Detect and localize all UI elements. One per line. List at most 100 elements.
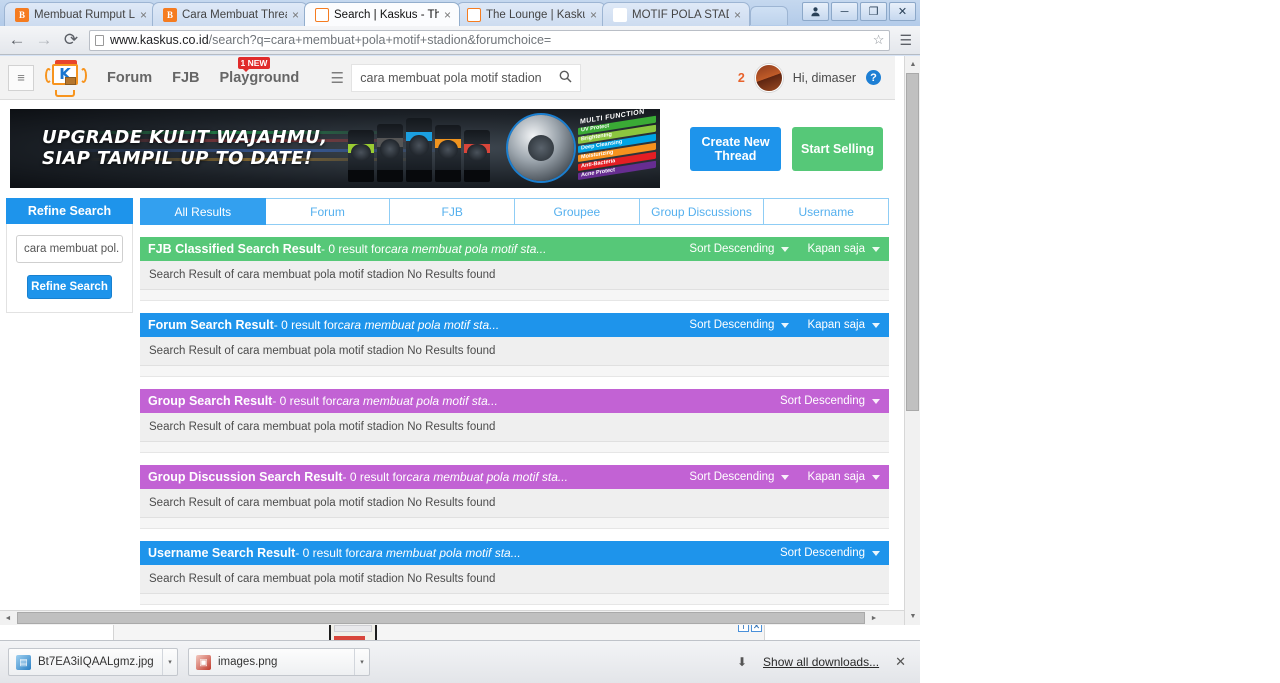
tab-title: Search | Kaskus - The: [334, 8, 439, 21]
hamburger-menu-icon[interactable]: ≡: [8, 64, 34, 91]
user-greeting[interactable]: Hi, dimaser: [793, 71, 856, 85]
product-tube: [348, 130, 374, 182]
google-icon: G: [613, 7, 627, 22]
tab-all-results[interactable]: All Results: [140, 198, 266, 225]
browser-tab-3[interactable]: K The Lounge | Kaskus ×: [456, 2, 606, 26]
new-tab-button[interactable]: [750, 6, 788, 25]
bookmark-star-icon[interactable]: ☆: [873, 32, 885, 48]
minimize-button[interactable]: ─: [831, 2, 858, 21]
site-nav: Forum FJB Playground 1 NEW: [107, 56, 299, 86]
horizontal-scroll-thumb[interactable]: [17, 612, 865, 624]
forward-icon[interactable]: →: [35, 30, 53, 50]
time-filter-dropdown[interactable]: Kapan saja: [807, 471, 880, 483]
refine-search-button[interactable]: Refine Search: [27, 275, 112, 299]
result-title: Username Search Result: [148, 546, 296, 560]
close-icon[interactable]: ×: [590, 8, 599, 22]
nav-label: Forum: [107, 69, 153, 86]
time-label: Kapan saja: [807, 243, 865, 255]
maximize-button[interactable]: ❐: [860, 2, 887, 21]
image-file-icon: ▤: [16, 654, 31, 670]
refine-search-input[interactable]: cara membuat pol.: [16, 235, 123, 263]
browser-tab-4[interactable]: G MOTIF POLA STADIO ×: [602, 2, 750, 26]
scroll-left-icon[interactable]: ◄: [0, 611, 16, 625]
chevron-down-icon: [872, 246, 880, 252]
result-query: cara membuat pola motif sta...: [385, 242, 547, 256]
sort-descending-dropdown[interactable]: Sort Descending: [689, 471, 790, 483]
scroll-right-icon[interactable]: ►: [866, 611, 882, 625]
scroll-down-icon[interactable]: ▼: [905, 608, 921, 625]
time-label: Kapan saja: [807, 319, 865, 331]
close-window-button[interactable]: ✕: [889, 2, 916, 21]
show-all-downloads-link[interactable]: Show all downloads...: [763, 655, 879, 669]
close-icon[interactable]: ×: [292, 8, 301, 22]
refine-search-body: cara membuat pol. Refine Search: [6, 224, 133, 313]
downloads-bar-right: ⬇ Show all downloads... ✕: [737, 654, 912, 670]
user-profile-button[interactable]: [802, 2, 829, 21]
time-filter-dropdown[interactable]: Kapan saja: [807, 319, 880, 331]
chevron-down-icon[interactable]: ▾: [162, 649, 177, 675]
nav-item-forum[interactable]: Forum: [107, 70, 152, 86]
search-category-menu-icon[interactable]: ☰: [323, 63, 352, 92]
result-header: Username Search Result - 0 result for ca…: [140, 541, 889, 565]
kaskus-logo[interactable]: K: [43, 58, 89, 98]
header-user-area: 2 Hi, dimaser ?: [738, 63, 887, 92]
tab-group-discussions[interactable]: Group Discussions: [639, 198, 765, 225]
result-empty-message: Search Result of cara membuat pola motif…: [140, 565, 889, 594]
sort-descending-dropdown[interactable]: Sort Descending: [689, 243, 790, 255]
search-input-value: cara membuat pola motif stadion: [360, 70, 542, 85]
result-empty-message: Search Result of cara membuat pola motif…: [140, 413, 889, 442]
promo-banner[interactable]: UPGRADE KULIT WAJAHMU, SIAP TAMPIL UP TO…: [10, 109, 660, 188]
sort-descending-dropdown[interactable]: Sort Descending: [780, 547, 880, 559]
download-item-1[interactable]: ▣ images.png ▾: [188, 648, 370, 676]
image-file-icon: ▣: [196, 654, 211, 670]
chevron-down-icon[interactable]: ▾: [354, 649, 369, 675]
tab-groupee[interactable]: Groupee: [515, 198, 640, 225]
close-icon[interactable]: ×: [734, 8, 743, 22]
avatar[interactable]: [754, 63, 783, 92]
create-new-thread-button[interactable]: Create New Thread: [690, 126, 781, 171]
result-sort-controls: Sort Descending Kapan saja: [689, 243, 880, 255]
reload-icon[interactable]: ⟳: [62, 30, 80, 50]
sort-descending-dropdown[interactable]: Sort Descending: [689, 319, 790, 331]
result-meta: - 0 result for: [273, 318, 338, 332]
download-item-0[interactable]: ▤ Bt7EA3iIQAALgmz.jpg ▾: [8, 648, 178, 676]
nav-label: FJB: [172, 69, 200, 86]
browser-tab-1[interactable]: B Cara Membuat Threa ×: [152, 2, 308, 26]
tab-forum[interactable]: Forum: [265, 198, 391, 225]
close-icon[interactable]: ×: [444, 8, 453, 22]
close-downloads-bar-icon[interactable]: ✕: [895, 654, 906, 670]
tab-username[interactable]: Username: [764, 198, 890, 225]
time-filter-dropdown[interactable]: Kapan saja: [807, 243, 880, 255]
start-selling-button[interactable]: Start Selling: [792, 126, 883, 171]
nav-item-fjb[interactable]: FJB: [172, 70, 199, 86]
sort-descending-dropdown[interactable]: Sort Descending: [780, 395, 880, 407]
kaskus-search-page: ≡ K Forum FJB Playground 1 NEW ☰ cara me…: [0, 56, 895, 640]
scroll-up-icon[interactable]: ▲: [905, 56, 921, 73]
vertical-scrollbar[interactable]: ▲ ▼: [904, 56, 920, 625]
chevron-down-icon: [872, 474, 880, 480]
nav-item-playground[interactable]: Playground 1 NEW: [220, 56, 299, 86]
help-icon[interactable]: ?: [866, 70, 881, 85]
banner-text: UPGRADE KULIT WAJAHMU, SIAP TAMPIL UP TO…: [42, 127, 328, 169]
vertical-scroll-thumb[interactable]: [906, 73, 919, 411]
tab-fjb[interactable]: FJB: [390, 198, 516, 225]
notification-count[interactable]: 2: [738, 71, 745, 85]
product-tube: [464, 130, 490, 182]
search-icon[interactable]: [559, 70, 572, 86]
address-bar[interactable]: www.kaskus.co.id /search?q=cara+membuat+…: [89, 29, 891, 51]
search-input[interactable]: cara membuat pola motif stadion: [351, 63, 582, 92]
close-icon[interactable]: ×: [140, 8, 149, 22]
blogger-icon: B: [15, 7, 29, 22]
horizontal-scrollbar[interactable]: ◄ ►: [0, 610, 904, 625]
download-arrow-icon: ⬇: [736, 655, 748, 669]
sort-label: Sort Descending: [779, 395, 865, 407]
result-meta: - 0 result for: [320, 242, 386, 256]
browser-tab-2-active[interactable]: K Search | Kaskus - The ×: [304, 2, 460, 26]
product-tube: [406, 118, 432, 182]
browser-menu-icon[interactable]: ☰: [899, 32, 912, 49]
banner-line-2: SIAP TAMPIL UP TO DATE!: [42, 148, 313, 169]
back-icon[interactable]: ←: [8, 30, 26, 50]
browser-tab-0[interactable]: B Membuat Rumput La ×: [4, 2, 156, 26]
tab-title: The Lounge | Kaskus: [486, 8, 585, 21]
result-header: FJB Classified Search Result - 0 result …: [140, 237, 889, 261]
